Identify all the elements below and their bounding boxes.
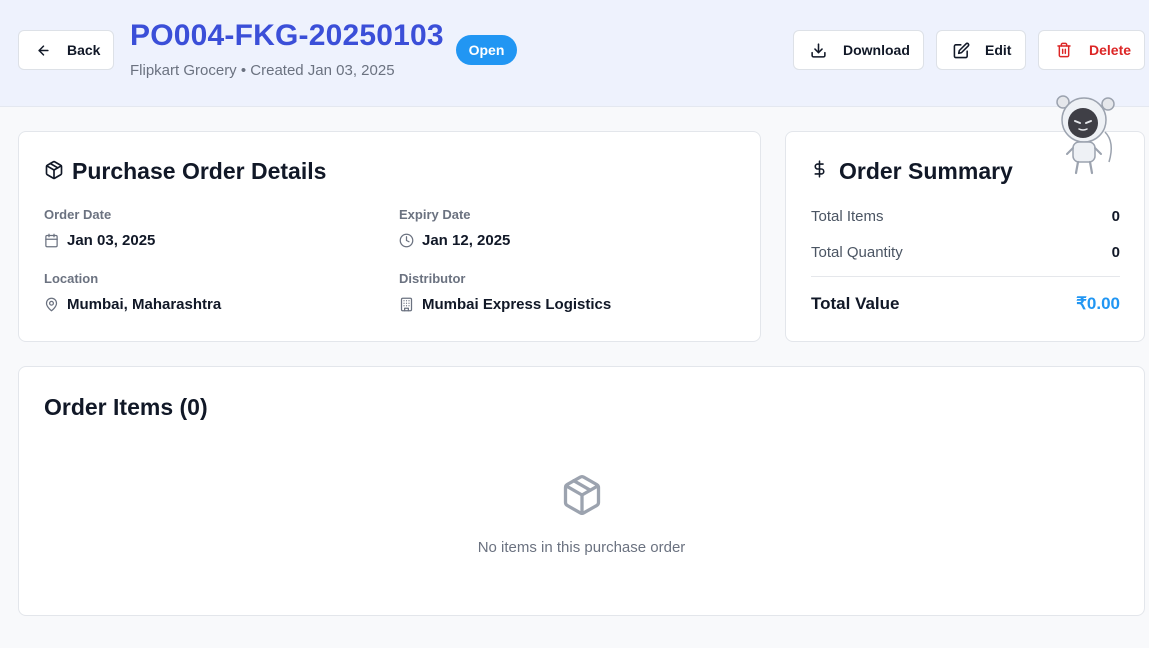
- download-icon: [810, 42, 827, 59]
- mascot-robot-icon[interactable]: [1053, 92, 1119, 183]
- trash-icon: [1056, 42, 1072, 58]
- location-label: Location: [44, 271, 99, 286]
- map-pin-icon: [44, 297, 59, 317]
- expiry-date-label: Expiry Date: [399, 207, 471, 222]
- purchase-order-details-card: Purchase Order Details Order Date Jan 03…: [18, 131, 761, 342]
- total-quantity-label: Total Quantity: [811, 244, 903, 261]
- clock-icon: [399, 233, 414, 253]
- total-value-label: Total Value: [811, 294, 900, 313]
- dollar-icon: [811, 159, 828, 184]
- distributor-value: Mumbai Express Logistics: [422, 296, 612, 313]
- page-subtitle: Flipkart Grocery • Created Jan 03, 2025: [130, 62, 395, 79]
- details-title: Purchase Order Details: [72, 158, 327, 184]
- location-value: Mumbai, Maharashtra: [67, 296, 222, 313]
- total-items-value: 0: [1111, 208, 1120, 225]
- order-items-card: Order Items (0) No items in this purchas…: [18, 366, 1145, 616]
- expiry-date-value: Jan 12, 2025: [422, 232, 511, 249]
- empty-state-message: No items in this purchase order: [477, 539, 686, 556]
- edit-button[interactable]: Edit: [936, 30, 1026, 70]
- building-icon: [399, 297, 414, 317]
- total-value-amount: ₹0.00: [1076, 294, 1120, 313]
- calendar-icon: [44, 233, 59, 253]
- total-items-label: Total Items: [811, 208, 884, 225]
- download-button[interactable]: Download: [793, 30, 924, 70]
- edit-button-label: Edit: [985, 42, 1012, 58]
- status-badge: Open: [456, 35, 517, 65]
- back-button[interactable]: Back: [18, 30, 114, 70]
- page-header: Back PO004-FKG-20250103 Open Flipkart Gr…: [0, 0, 1149, 107]
- edit-icon: [953, 42, 970, 59]
- summary-divider: [811, 276, 1120, 277]
- arrow-left-icon: [36, 43, 51, 58]
- delete-button-label: Delete: [1089, 42, 1132, 58]
- package-icon: [44, 160, 64, 185]
- page-title: PO004-FKG-20250103: [130, 19, 444, 52]
- order-date-value: Jan 03, 2025: [67, 232, 156, 249]
- summary-title: Order Summary: [839, 158, 1013, 184]
- delete-button[interactable]: Delete: [1038, 30, 1145, 70]
- distributor-label: Distributor: [399, 271, 466, 286]
- total-quantity-value: 0: [1111, 244, 1120, 261]
- order-items-title: Order Items (0): [44, 394, 208, 420]
- back-button-label: Back: [67, 42, 101, 58]
- empty-package-icon: [560, 473, 604, 522]
- order-date-label: Order Date: [44, 207, 112, 222]
- download-button-label: Download: [843, 42, 910, 58]
